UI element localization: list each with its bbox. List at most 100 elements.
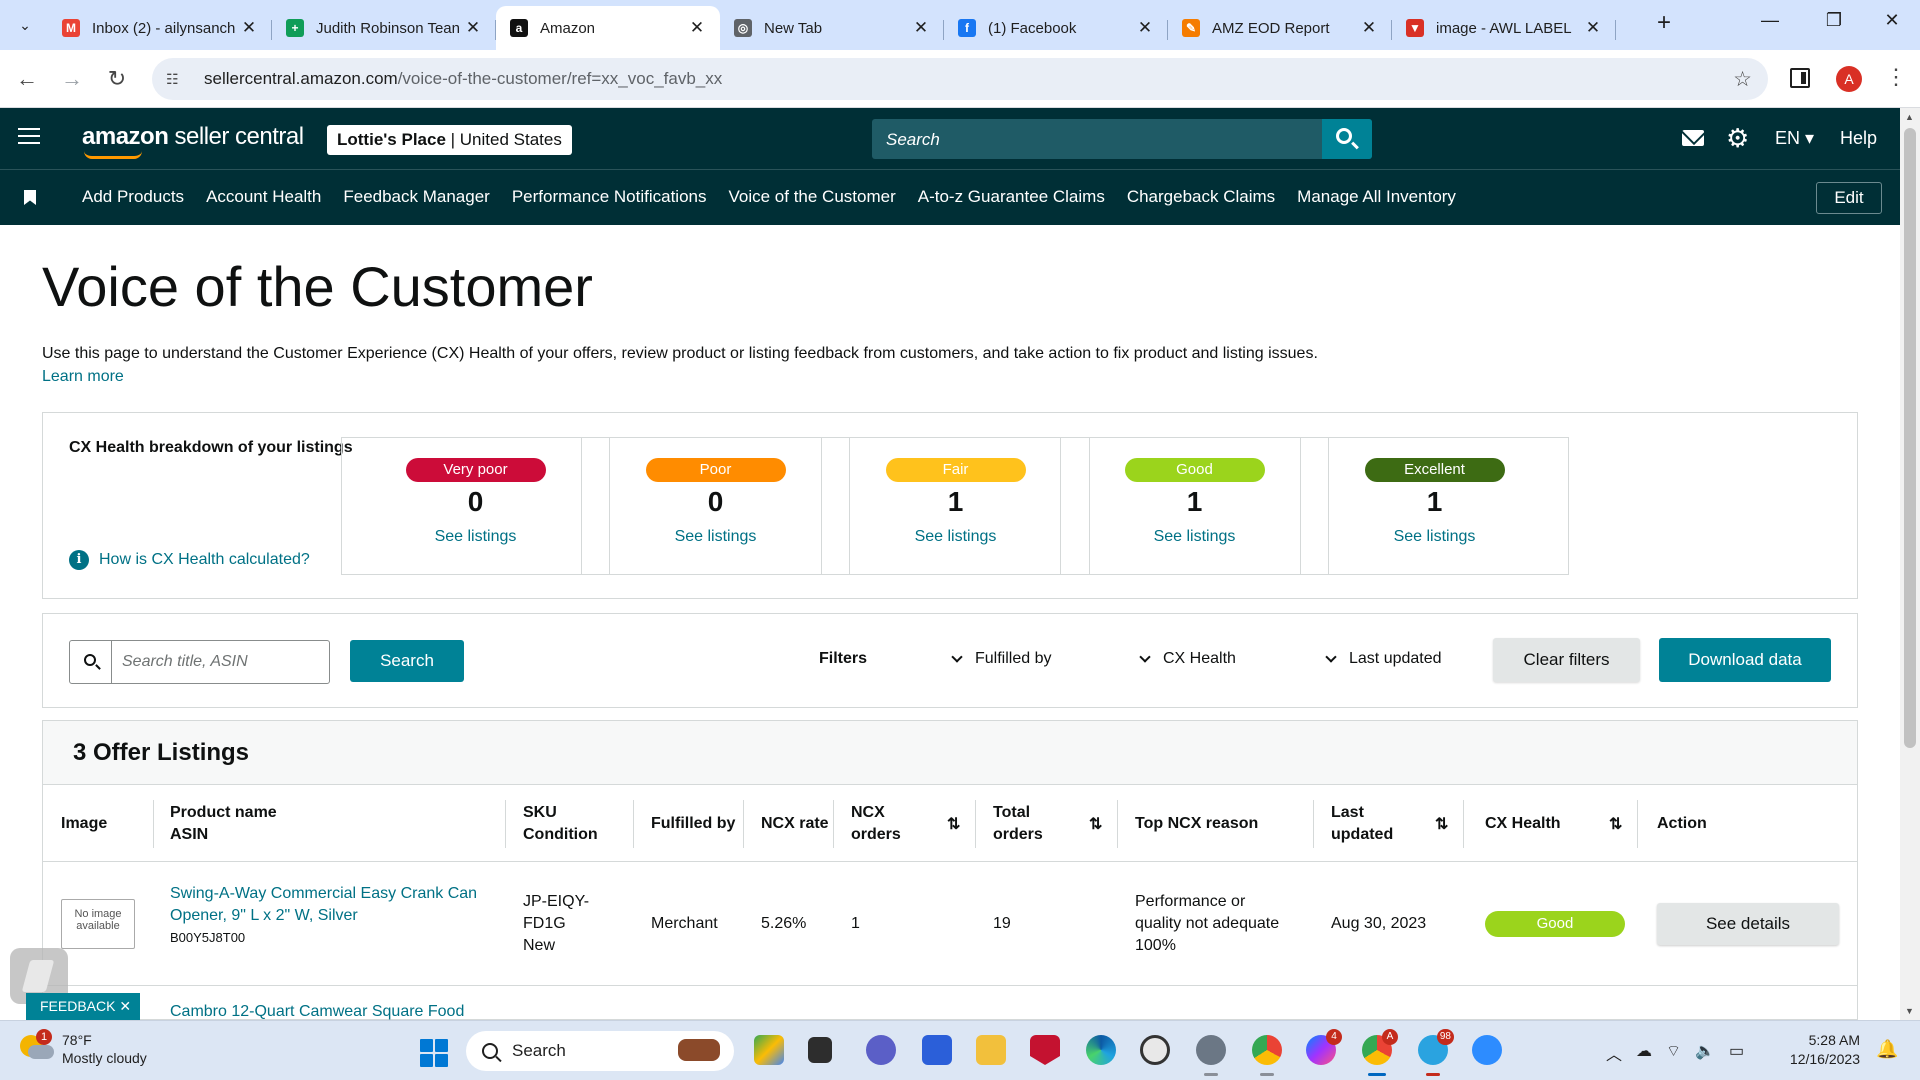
site-info-icon[interactable]: ☷ xyxy=(166,71,186,88)
product-name-line-1[interactable]: Swing-A-Way Commercial Easy Crank Can xyxy=(170,885,477,902)
cx-health-help-link[interactable]: How is CX Health calculated? xyxy=(99,551,310,569)
see-listings-link[interactable]: See listings xyxy=(342,528,609,546)
global-search-button[interactable] xyxy=(1322,119,1372,159)
copilot-icon[interactable] xyxy=(754,1035,784,1065)
bookmark-link[interactable]: Feedback Manager xyxy=(343,187,489,207)
tab-search-chevron-icon[interactable]: ⌄ xyxy=(10,10,40,40)
bookmark-link[interactable]: Voice of the Customer xyxy=(728,187,895,207)
side-panel-icon[interactable] xyxy=(1790,68,1810,88)
notification-bell-icon[interactable]: 🔔 xyxy=(1876,1039,1898,1060)
forward-arrow-icon[interactable]: → xyxy=(57,64,87,94)
browser-tab[interactable]: ◎ New Tab ✕ xyxy=(720,6,944,50)
edit-bookmarks-button[interactable]: Edit xyxy=(1816,182,1882,214)
cx-health-dropdown[interactable]: CX Health xyxy=(1139,650,1236,668)
hamburger-menu-icon[interactable] xyxy=(18,128,40,146)
settings-app-icon[interactable] xyxy=(1196,1035,1226,1076)
notes-app-icon[interactable] xyxy=(922,1035,952,1065)
learn-more-link[interactable]: Learn more xyxy=(42,368,124,385)
chrome-icon[interactable] xyxy=(1252,1035,1282,1076)
listing-search-input[interactable]: Search title, ASIN xyxy=(69,640,330,684)
language-selector[interactable]: EN ▾ xyxy=(1775,128,1814,149)
browser-menu-icon[interactable]: ⋮ xyxy=(1885,64,1907,90)
chevron-up-icon[interactable]: ︿ xyxy=(1606,1041,1622,1065)
close-tab-icon[interactable]: ✕ xyxy=(240,18,258,38)
close-tab-icon[interactable]: ✕ xyxy=(464,18,482,38)
see-listings-link[interactable]: See listings xyxy=(582,528,849,546)
browser-tab[interactable]: ▼ image - AWL LABEL ✕ xyxy=(1392,6,1616,50)
browser-tab[interactable]: M Inbox (2) - ailynsanch ✕ xyxy=(48,6,272,50)
page-scrollbar[interactable]: ▲ ▼ xyxy=(1900,108,1920,1020)
mcafee-icon[interactable] xyxy=(1030,1035,1060,1065)
last-updated-dropdown[interactable]: Last updated xyxy=(1325,650,1442,668)
new-tab-button[interactable]: + xyxy=(1650,10,1678,38)
see-listings-link[interactable]: See listings xyxy=(1061,528,1328,546)
product-name-line-2[interactable]: Opener, 9" L x 2" W, Silver xyxy=(170,907,358,924)
seller-central-logo[interactable]: amazon seller central xyxy=(82,123,304,159)
col-ncx-orders-label-2: orders xyxy=(851,826,901,843)
back-arrow-icon[interactable]: ← xyxy=(12,64,42,94)
listing-search-button[interactable]: Search xyxy=(350,640,464,682)
task-view-icon[interactable] xyxy=(808,1037,832,1063)
scroll-up-arrow-icon[interactable]: ▲ xyxy=(1905,112,1914,122)
close-tab-icon[interactable]: ✕ xyxy=(1360,18,1378,38)
global-search[interactable]: Search xyxy=(872,119,1372,159)
browser-tab[interactable]: a Amazon ✕ xyxy=(496,6,720,50)
bookmark-link[interactable]: Chargeback Claims xyxy=(1127,187,1275,207)
volume-icon[interactable]: 🔈 xyxy=(1695,1041,1715,1065)
chrome-profile-icon[interactable]: A xyxy=(1362,1029,1398,1076)
bookmark-link[interactable]: Manage All Inventory xyxy=(1297,187,1456,207)
sort-cx-health-icon[interactable]: ⇅ xyxy=(1609,814,1622,834)
fulfilled-by-dropdown[interactable]: Fulfilled by xyxy=(951,650,1051,668)
weather-widget[interactable]: 1 78°F Mostly cloudy xyxy=(20,1029,147,1067)
cx-health-help[interactable]: i How is CX Health calculated? xyxy=(69,550,310,570)
telegram-icon[interactable]: 98 xyxy=(1418,1029,1454,1076)
edge-browser-icon[interactable] xyxy=(1086,1035,1116,1065)
browser-tab[interactable]: f (1) Facebook ✕ xyxy=(944,6,1168,50)
mail-icon[interactable] xyxy=(1682,130,1704,146)
reload-icon[interactable]: ↻ xyxy=(102,64,132,94)
browser-tab[interactable]: + Judith Robinson Tean ✕ xyxy=(272,6,496,50)
close-tab-icon[interactable]: ✕ xyxy=(688,18,706,38)
scroll-down-arrow-icon[interactable]: ▼ xyxy=(1905,1006,1914,1016)
see-listings-link[interactable]: See listings xyxy=(1301,528,1568,546)
close-window-icon[interactable]: ✕ xyxy=(1872,10,1912,38)
bookmark-link[interactable]: A-to-z Guarantee Claims xyxy=(918,187,1105,207)
see-details-button[interactable]: See details xyxy=(1657,903,1839,945)
feedback-button[interactable]: FEEDBACK ✕ xyxy=(26,993,140,1020)
download-data-button[interactable]: Download data xyxy=(1659,638,1831,682)
bookmark-link[interactable]: Add Products xyxy=(82,187,184,207)
browser-tab[interactable]: ✎ AMZ EOD Report ✕ xyxy=(1168,6,1392,50)
minimize-icon[interactable]: — xyxy=(1750,10,1790,38)
see-listings-link[interactable]: See listings xyxy=(822,528,1089,546)
sort-total-orders-icon[interactable]: ⇅ xyxy=(1089,814,1102,834)
partial-row-product-name[interactable]: Cambro 12-Quart Camwear Square Food xyxy=(170,1003,464,1021)
messenger-icon[interactable]: 4 xyxy=(1306,1029,1342,1065)
gear-icon[interactable]: ⚙ xyxy=(1726,125,1749,151)
close-tab-icon[interactable]: ✕ xyxy=(1584,18,1602,38)
bookmark-star-icon[interactable]: ☆ xyxy=(1733,67,1752,92)
sort-last-updated-icon[interactable]: ⇅ xyxy=(1435,814,1448,834)
store-selector[interactable]: Lottie's Place | United States xyxy=(327,125,572,155)
file-explorer-icon[interactable] xyxy=(976,1035,1006,1065)
close-tab-icon[interactable]: ✕ xyxy=(1136,18,1154,38)
sort-ncx-orders-icon[interactable]: ⇅ xyxy=(947,814,960,834)
close-tab-icon[interactable]: ✕ xyxy=(912,18,930,38)
teams-chat-icon[interactable] xyxy=(866,1035,896,1065)
zoom-icon[interactable] xyxy=(1472,1035,1502,1065)
battery-icon[interactable]: ▭ xyxy=(1729,1041,1744,1065)
onedrive-cloud-icon[interactable]: ☁ xyxy=(1636,1041,1652,1065)
windows-start-icon[interactable] xyxy=(420,1039,448,1067)
clear-filters-button[interactable]: Clear filters xyxy=(1493,638,1640,682)
url-field[interactable]: ☷ sellercentral.amazon.com/voice-of-the-… xyxy=(152,58,1768,100)
system-clock[interactable]: 5:28 AM 12/16/2023 xyxy=(1782,1031,1860,1069)
bookmark-link[interactable]: Account Health xyxy=(206,187,321,207)
bookmark-icon[interactable] xyxy=(24,190,36,205)
restore-icon[interactable]: ❐ xyxy=(1814,10,1854,38)
taskbar-search[interactable]: Search xyxy=(466,1031,734,1071)
scrollbar-thumb[interactable] xyxy=(1904,128,1916,748)
clock-app-icon[interactable] xyxy=(1140,1035,1170,1065)
help-link[interactable]: Help xyxy=(1840,128,1877,149)
bookmark-link[interactable]: Performance Notifications xyxy=(512,187,707,207)
profile-avatar[interactable]: A xyxy=(1836,66,1862,92)
wifi-icon[interactable]: ⌔ xyxy=(1666,1041,1681,1065)
